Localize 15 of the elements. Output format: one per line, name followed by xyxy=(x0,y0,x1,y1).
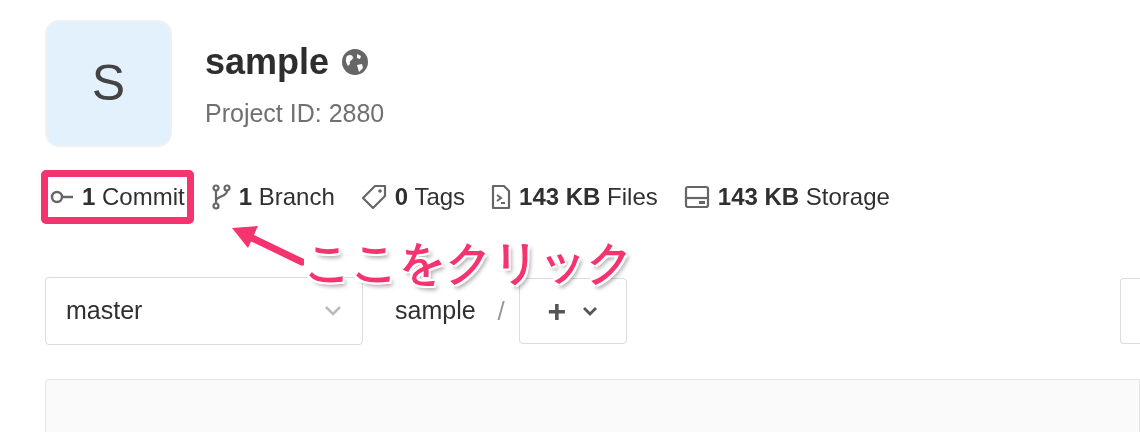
chevron-down-icon xyxy=(582,306,599,316)
file-icon xyxy=(491,184,512,210)
path-separator: / xyxy=(497,294,505,328)
chevron-down-icon xyxy=(324,305,342,317)
project-id: Project ID: 2880 xyxy=(205,97,385,129)
path-segment[interactable]: sample xyxy=(395,292,476,330)
branch-icon xyxy=(210,184,231,210)
globe-icon xyxy=(341,47,370,76)
stat-link[interactable]: 1 Commit xyxy=(41,170,194,224)
project-avatar: S xyxy=(45,20,172,147)
tag-icon xyxy=(360,184,387,210)
project-title: sample xyxy=(205,39,330,84)
commit-icon xyxy=(50,190,74,204)
storage-icon xyxy=(683,185,710,209)
toolbar-control[interactable] xyxy=(1120,278,1140,344)
